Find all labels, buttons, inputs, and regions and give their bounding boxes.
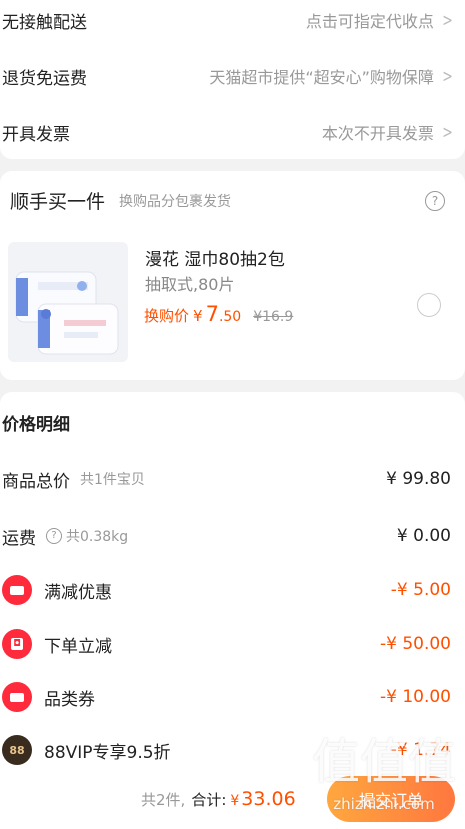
- invoice-row[interactable]: 开具发票 本次不开具发票 >: [0, 104, 465, 160]
- original-price: ¥16.9: [253, 309, 294, 325]
- shipping-row: 运费 ? 共0.38kg ¥ 0.00: [0, 521, 465, 551]
- goods-count-note: 共1件宝贝: [80, 472, 145, 488]
- discount-amount: -¥ 10.00: [379, 687, 451, 707]
- order-total: 共2件, 合计: ¥ 33.06: [141, 788, 296, 810]
- contactless-delivery-row[interactable]: 无接触配送 点击可指定代收点 >: [0, 0, 465, 48]
- discount-label: 88VIP专享9.5折: [44, 742, 171, 763]
- discount-label: 下单立减: [44, 636, 112, 657]
- addon-price-currency: ¥: [193, 307, 203, 325]
- discount-amount: -¥ 5.00: [390, 580, 451, 600]
- delivery-options-card: 无接触配送 点击可指定代收点 > 退货免运费 天猫超市提供“超安心”购物保障 >…: [0, 0, 465, 159]
- discount-label: 满减优惠: [44, 582, 112, 603]
- question-mark-icon[interactable]: ?: [46, 528, 62, 544]
- goods-total-label: 商品总价: [2, 471, 70, 492]
- discount-label: 品类券: [44, 689, 95, 710]
- price-detail-card: 价格明细 商品总价 共1件宝贝 ¥ 99.80 运费 ? 共0.38kg ¥ 0…: [0, 392, 465, 829]
- addon-header: 顺手买一件 换购品分包裹发货 ?: [10, 187, 445, 214]
- product-name[interactable]: 漫花 湿巾80抽2包: [145, 245, 285, 270]
- goods-total-row: 商品总价 共1件宝贝 ¥ 99.80: [0, 464, 465, 494]
- invoice-label: 开具发票: [2, 124, 70, 145]
- discount-amount: -¥ 50.00: [379, 634, 451, 654]
- free-return-value: 天猫超市提供“超安心”购物保障 >: [209, 64, 455, 88]
- addon-price-decimal: .50: [218, 309, 242, 325]
- addon-price-label: 换购价: [144, 307, 190, 325]
- invoice-status: 本次不开具发票: [321, 124, 434, 143]
- goods-total-amount: ¥ 99.80: [386, 469, 451, 489]
- total-currency: ¥: [230, 793, 240, 809]
- addon-subtitle: 换购品分包裹发货: [119, 193, 232, 210]
- shipping-amount: ¥ 0.00: [396, 526, 451, 546]
- contactless-delivery-label: 无接触配送: [2, 12, 87, 33]
- discount-row: 88 88VIP专享9.5折 -¥ 1.74: [0, 735, 465, 765]
- chevron-right-icon: >: [442, 9, 453, 31]
- discount-amount: -¥ 1.74: [390, 740, 451, 760]
- chevron-right-icon: >: [442, 121, 453, 143]
- discount-row: 满减优惠 -¥ 5.00: [0, 575, 465, 605]
- free-return-row[interactable]: 退货免运费 天猫超市提供“超安心”购物保障 >: [0, 48, 465, 104]
- total-amount: 33.06: [241, 788, 296, 810]
- coupon-ticket-icon: [2, 682, 32, 712]
- checkout-bar: 共2件, 合计: ¥ 33.06 提交订单: [0, 770, 465, 829]
- product-spec: 抽取式,80片: [145, 275, 235, 294]
- discount-row: ◘ 下单立减 -¥ 50.00: [0, 629, 465, 659]
- submit-order-button[interactable]: 提交订单: [327, 776, 455, 822]
- coupon-ticket-icon: [2, 575, 32, 605]
- shipping-note: ? 共0.38kg: [46, 526, 128, 546]
- invoice-value: 本次不开具发票 >: [322, 120, 455, 144]
- item-count: 共2件,: [141, 791, 186, 809]
- contactless-delivery-value: 点击可指定代收点 >: [306, 8, 455, 32]
- chevron-right-icon: >: [442, 65, 453, 87]
- shipping-label: 运费: [2, 528, 36, 549]
- free-return-label: 退货免运费: [2, 68, 87, 89]
- addon-title: 顺手买一件: [10, 191, 106, 213]
- addon-purchase-card: 顺手买一件 换购品分包裹发货 ? 漫花 湿巾80抽2包 抽取式,80片 换购价 …: [0, 171, 465, 380]
- discount-row: 品类券 -¥ 10.00: [0, 682, 465, 712]
- total-label: 合计:: [191, 791, 227, 809]
- addon-price-integer: 7: [205, 302, 219, 326]
- vip-88-icon: 88: [2, 735, 32, 765]
- price-detail-title: 价格明细: [2, 415, 70, 435]
- wet-wipes-package-icon[interactable]: [8, 242, 128, 362]
- shipping-weight: 共0.38kg: [66, 529, 129, 545]
- red-envelope-icon: ◘: [2, 629, 32, 659]
- guarantee-text: 天猫超市提供“超安心”购物保障: [209, 68, 434, 87]
- addon-price: 换购价 ¥ 7 .50 ¥16.9: [144, 302, 293, 326]
- addon-select-radio[interactable]: [417, 293, 441, 317]
- pickup-point-hint: 点击可指定代收点: [305, 12, 434, 31]
- help-question-icon[interactable]: ?: [425, 190, 445, 211]
